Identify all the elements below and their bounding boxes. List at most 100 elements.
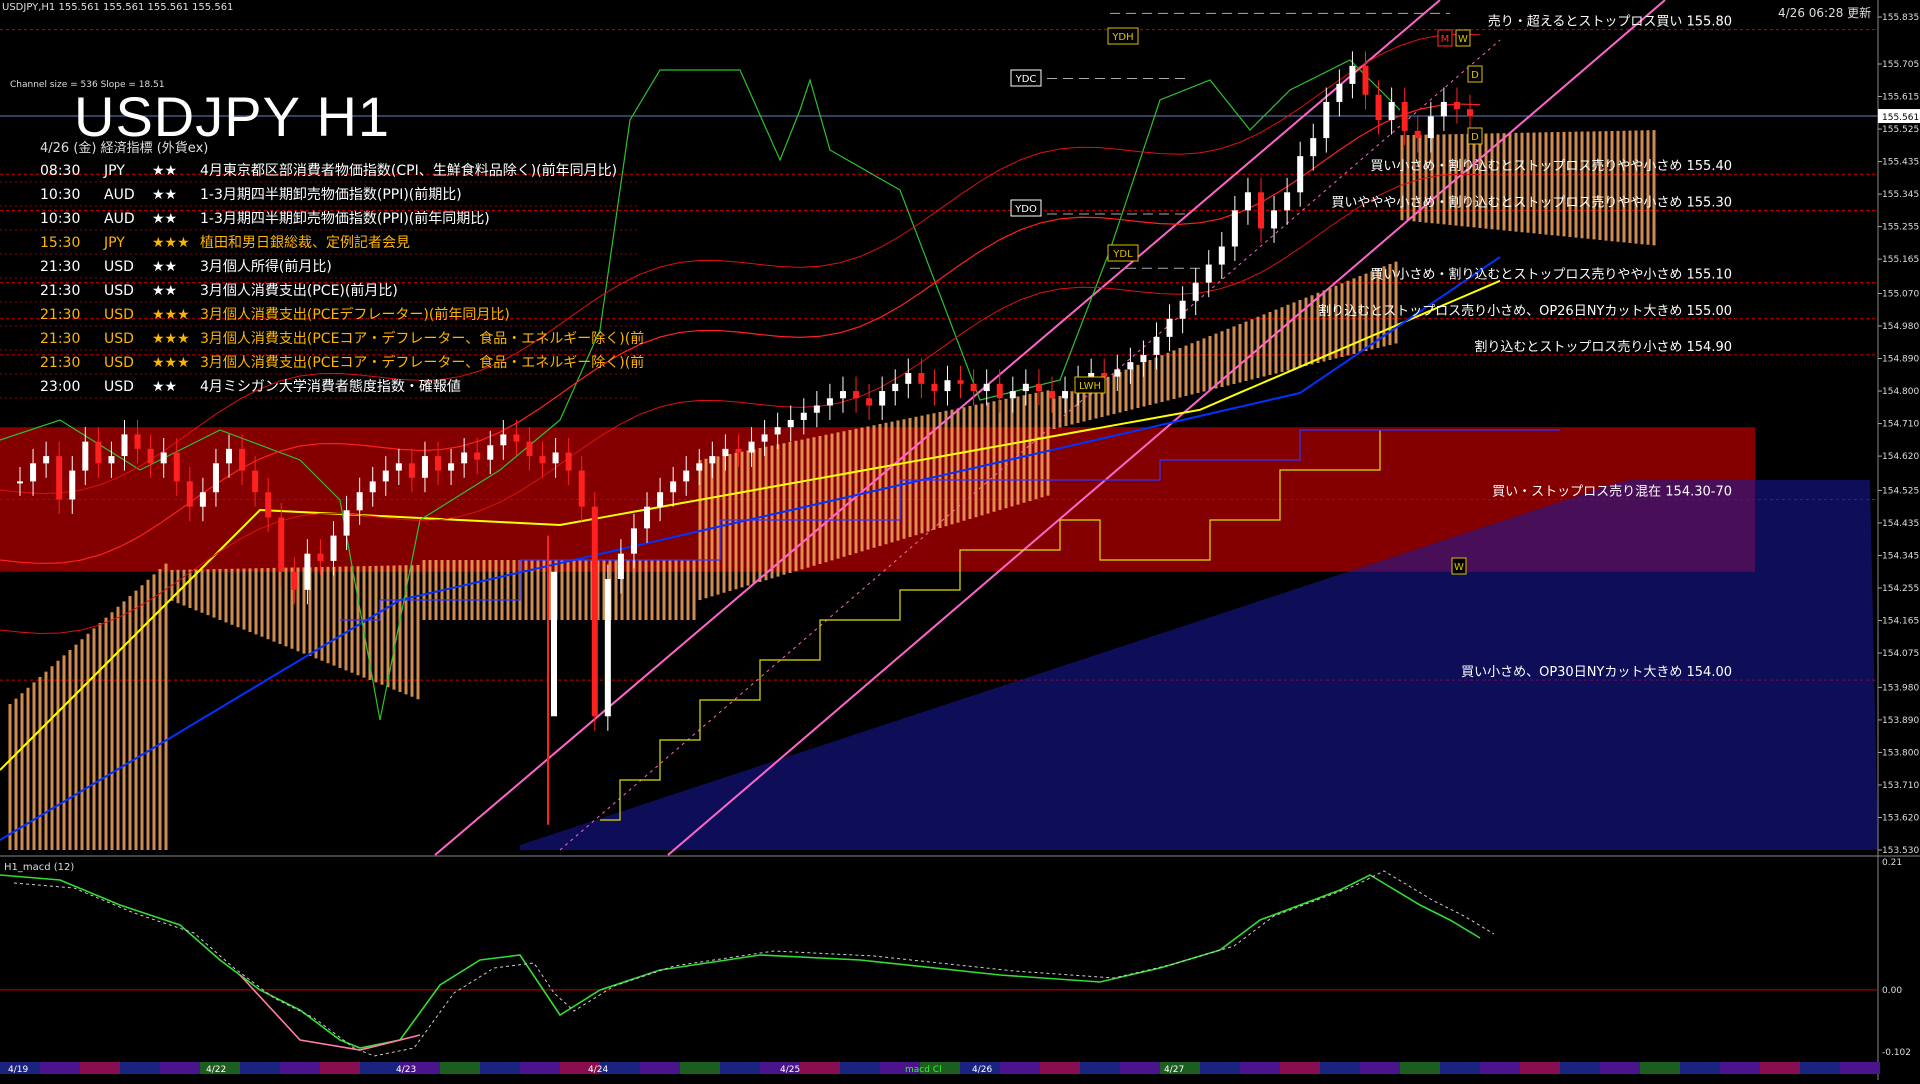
candle-body [278,517,285,572]
event-importance: ★★ [152,283,178,299]
candle-body [644,506,651,529]
candle-body [212,463,219,493]
session-bar [1000,1062,1040,1074]
session-bar [1840,1062,1880,1074]
event-time: 10:30 [40,187,81,203]
session-bar [1200,1062,1240,1074]
level-tag: D [1471,70,1479,81]
event-text: 1-3月期四半期卸売物価指数(PPI)(前年同期比) [200,211,490,227]
session-bar [240,1062,280,1074]
candle-body [1388,101,1395,121]
session-bar [840,1062,880,1074]
event-row: 21:30 USD ★★★ 3月個人消費支出(PCEコア・デフレーター、食品・エネルギ… [40,328,644,348]
candle-body [147,448,154,464]
candle-body [879,391,886,406]
event-importance: ★★★ [152,355,190,371]
session-bar [1680,1062,1720,1074]
macd-legend: macd Cl [905,1065,942,1075]
candle-body [957,380,964,384]
candle-body [395,463,402,471]
event-currency: USD [104,307,134,323]
candle-body [1414,130,1421,139]
order-label: 買い小さめ・割り込むとストップロス売りやや小さめ 155.10 [1370,267,1732,283]
x-label: 4/19 [8,1065,28,1075]
candle-body [1349,65,1356,84]
event-currency: AUD [104,211,135,227]
candle-body [317,553,324,561]
y-tick-label: 155.525 [1882,125,1919,135]
session-bar [1400,1062,1440,1074]
session-bar [120,1062,160,1074]
candle-body [1244,192,1251,211]
candle-body [186,481,193,507]
candle-body [1231,210,1238,247]
event-time: 21:30 [40,331,81,347]
event-text: 3月個人消費支出(PCEコア・デフレーター、食品・エネルギー除く)(前 [200,355,645,371]
event-row: 21:30 USD ★★★ 3月個人消費支出(PCEコア・デフレーター、食品・エネルギ… [40,352,644,372]
y-tick-label: 153.530 [1882,846,1919,856]
level-tag: YDO [1014,204,1037,215]
candle-body [800,412,807,420]
session-bar [520,1062,560,1074]
y-tick-label: 154.710 [1882,420,1919,430]
y-tick-label: 153.890 [1882,716,1919,726]
event-importance: ★★ [152,259,178,275]
candle-body [839,391,846,399]
level-tag: YDC [1015,74,1037,85]
candle-body [1179,300,1186,319]
level-tag: LWH [1079,381,1101,392]
candle-body [330,535,337,561]
x-label: 4/26 [972,1065,992,1075]
candle-body [134,434,141,449]
candle-body [670,481,677,493]
candle-body [30,463,37,482]
y-tick-label: 155.835 [1882,13,1919,23]
y-tick-label: 154.435 [1882,519,1919,529]
order-label: 買い小さめ・割り込むとストップロス売りやや小さめ 155.40 [1370,158,1732,174]
session-bar [1720,1062,1760,1074]
event-importance: ★★★ [152,331,190,347]
x-label: 4/22 [206,1065,226,1075]
candle-body [748,441,755,453]
session-bar [1600,1062,1640,1074]
candle-body [1166,318,1173,337]
candle-body [435,456,442,471]
candle-body [461,452,468,464]
session-bar [320,1062,360,1074]
candle-body [239,448,246,471]
y-tick-label: 154.800 [1882,387,1919,397]
order-label: 買いややや小さめ・割り込むとストップロス売りやや小さめ 155.30 [1331,194,1732,210]
y-tick-label: 155.705 [1882,60,1919,70]
session-bar [1480,1062,1520,1074]
candle-body [408,463,415,478]
event-currency: USD [104,259,134,275]
y-tick-label: 153.620 [1882,813,1919,823]
event-time: 21:30 [40,307,81,323]
x-label: 4/25 [780,1065,800,1075]
y-tick-label: 153.800 [1882,748,1919,758]
session-bar [640,1062,680,1074]
y-tick-label: 154.255 [1882,584,1919,594]
candle-body [474,452,481,460]
candle-body [787,419,794,428]
candle-body [1310,138,1317,157]
event-importance: ★★ [152,379,178,395]
candle-body [1375,94,1382,121]
level-tag: W [1454,562,1464,573]
candle-body [500,434,507,446]
candle-body [996,383,1003,399]
event-currency: USD [104,331,134,347]
y-tick-label: 154.525 [1882,486,1919,496]
candle-body [226,448,233,464]
order-label: 割り込むとストップロス売り小さめ、OP26日NYカット大きめ 155.00 [1318,303,1732,319]
candle-body [892,383,899,392]
event-time: 10:30 [40,211,81,227]
events-date-header: 4/26 (金) 経済指標 (外貨ex) [40,141,209,156]
candle-body [108,456,115,464]
session-bar [680,1062,720,1074]
candle-body [722,448,729,457]
candle-body [1284,192,1291,211]
session-bar [1080,1062,1120,1074]
candle-body [709,456,716,464]
session-bar [40,1062,80,1074]
